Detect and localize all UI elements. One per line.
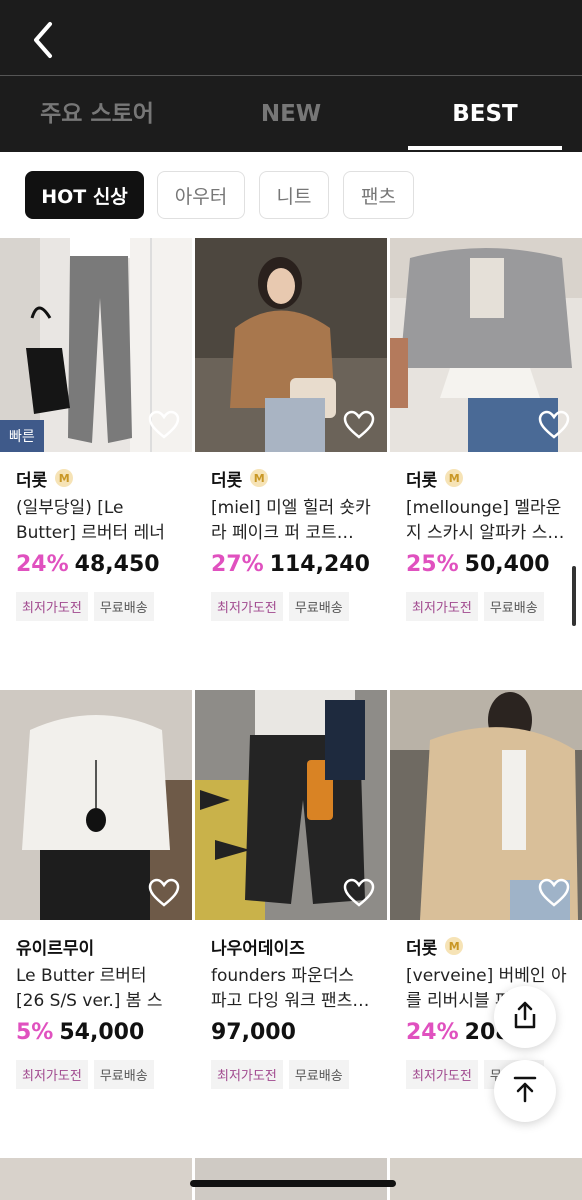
heart-outline-icon[interactable]	[343, 410, 375, 440]
member-badge: M	[445, 469, 464, 487]
scrollbar[interactable]	[572, 566, 576, 626]
heart-outline-icon[interactable]	[148, 410, 180, 440]
product-image[interactable]	[0, 1158, 192, 1200]
member-badge: M	[445, 937, 464, 955]
scroll-to-top-icon	[511, 1074, 539, 1108]
category-tabs: 주요 스토어 NEW BEST	[0, 76, 582, 152]
brand-name[interactable]: 더롯 M	[211, 466, 373, 491]
tag-list: 최저가도전 무료배송	[211, 1060, 373, 1089]
chip-hot-new[interactable]: HOT 신상	[25, 171, 144, 219]
tag-free-shipping: 무료배송	[483, 592, 544, 621]
product-card[interactable]: 더롯 M [mellounge] 멜라운지 스카시 알파카 스… 25% 50,40…	[390, 238, 582, 621]
share-icon	[511, 1000, 539, 1034]
tag-free-shipping: 무료배송	[93, 592, 154, 621]
heart-outline-icon[interactable]	[538, 878, 570, 908]
share-button[interactable]	[494, 986, 556, 1048]
chip-knit[interactable]: 니트	[259, 171, 329, 219]
price-row: 5% 54,000	[16, 1020, 178, 1052]
product-card[interactable]: 빠른 더롯M (일부당일) [Le Butter] 르버터 레너드 와… 24%…	[0, 238, 192, 621]
product-image[interactable]	[390, 1158, 582, 1200]
product-image[interactable]	[195, 1158, 387, 1200]
home-indicator	[190, 1180, 396, 1187]
product-card[interactable]: 유이르무이 Le Butter 르버터 [26 S/S ver.] 봄 스프… …	[0, 690, 192, 1089]
tab-best[interactable]: BEST	[388, 76, 582, 152]
price-row: 97,000	[211, 1020, 373, 1052]
tag-free-shipping: 무료배송	[93, 1060, 154, 1089]
price: 114,240	[269, 552, 370, 577]
scroll-to-top-button[interactable]	[494, 1060, 556, 1122]
price-row: 27% 114,240	[211, 552, 373, 584]
tag-list: 최저가도전 무료배송	[406, 592, 568, 621]
discount-rate: 25%	[406, 552, 459, 577]
brand-name[interactable]: 유이르무이	[16, 934, 178, 959]
brand-name[interactable]: 더롯 M	[406, 934, 568, 959]
product-card[interactable]: 나우어데이즈 founders 파운더스 파고 다잉 워크 팬츠… 97,000…	[195, 690, 387, 1089]
product-image[interactable]	[390, 238, 582, 452]
tag-list: 최저가도전 무료배송	[16, 1060, 178, 1089]
brand-name[interactable]: 더롯 M	[16, 466, 178, 491]
tab-main-stores[interactable]: 주요 스토어	[0, 76, 194, 152]
brand-name[interactable]: 나우어데이즈	[211, 934, 373, 959]
product-title[interactable]: (일부당일) [Le Butter] 르버터 레너드 와…	[16, 496, 178, 546]
tag-free-shipping: 무료배송	[288, 1060, 349, 1089]
price: 97,000	[211, 1020, 296, 1045]
top-bar	[0, 0, 582, 76]
product-title[interactable]: [miel] 미엘 힐러 숏카라 페이크 퍼 코트…	[211, 496, 373, 546]
price: 48,450	[74, 552, 160, 577]
heart-outline-icon[interactable]	[343, 878, 375, 908]
price: 54,000	[59, 1020, 145, 1045]
discount-rate: 24%	[16, 552, 69, 577]
product-image[interactable]: 빠른	[0, 238, 192, 452]
product-image[interactable]	[195, 690, 387, 920]
product-image[interactable]	[0, 690, 192, 920]
chip-outer[interactable]: 아우터	[157, 171, 245, 219]
brand-name[interactable]: 더롯 M	[406, 466, 568, 491]
discount-rate: 27%	[211, 552, 264, 577]
tag-free-shipping: 무료배송	[288, 592, 349, 621]
tag-lowest-price: 최저가도전	[406, 1060, 478, 1089]
price-row: 25% 50,400	[406, 552, 568, 584]
product-card[interactable]: 더롯 M [miel] 미엘 힐러 숏카라 페이크 퍼 코트… 27% 114,24…	[195, 238, 387, 621]
product-title[interactable]: Le Butter 르버터 [26 S/S ver.] 봄 스프…	[16, 964, 178, 1014]
product-title[interactable]: [mellounge] 멜라운지 스카시 알파카 스…	[406, 496, 568, 546]
heart-outline-icon[interactable]	[148, 878, 180, 908]
tag-lowest-price: 최저가도전	[16, 1060, 88, 1089]
product-image[interactable]	[195, 238, 387, 452]
fast-delivery-badge: 빠른	[0, 420, 44, 452]
heart-outline-icon[interactable]	[538, 410, 570, 440]
tag-lowest-price: 최저가도전	[211, 592, 283, 621]
tag-list: 최저가도전 무료배송	[16, 592, 178, 621]
tag-lowest-price: 최저가도전	[211, 1060, 283, 1089]
price: 50,400	[464, 552, 550, 577]
chip-pants[interactable]: 팬츠	[343, 171, 414, 219]
tab-new[interactable]: NEW	[194, 76, 388, 152]
member-badge: M	[55, 469, 74, 487]
discount-rate: 24%	[406, 1020, 459, 1045]
back-icon[interactable]	[22, 18, 66, 62]
tag-lowest-price: 최저가도전	[16, 592, 88, 621]
tag-list: 최저가도전 무료배송	[211, 592, 373, 621]
product-title[interactable]: founders 파운더스 파고 다잉 워크 팬츠…	[211, 964, 373, 1014]
product-image[interactable]	[390, 690, 582, 920]
discount-rate: 5%	[16, 1020, 54, 1045]
price-row: 24% 48,450	[16, 552, 178, 584]
member-badge: M	[250, 469, 269, 487]
filter-chips: HOT 신상 아우터 니트 팬츠	[0, 152, 582, 238]
tag-lowest-price: 최저가도전	[406, 592, 478, 621]
